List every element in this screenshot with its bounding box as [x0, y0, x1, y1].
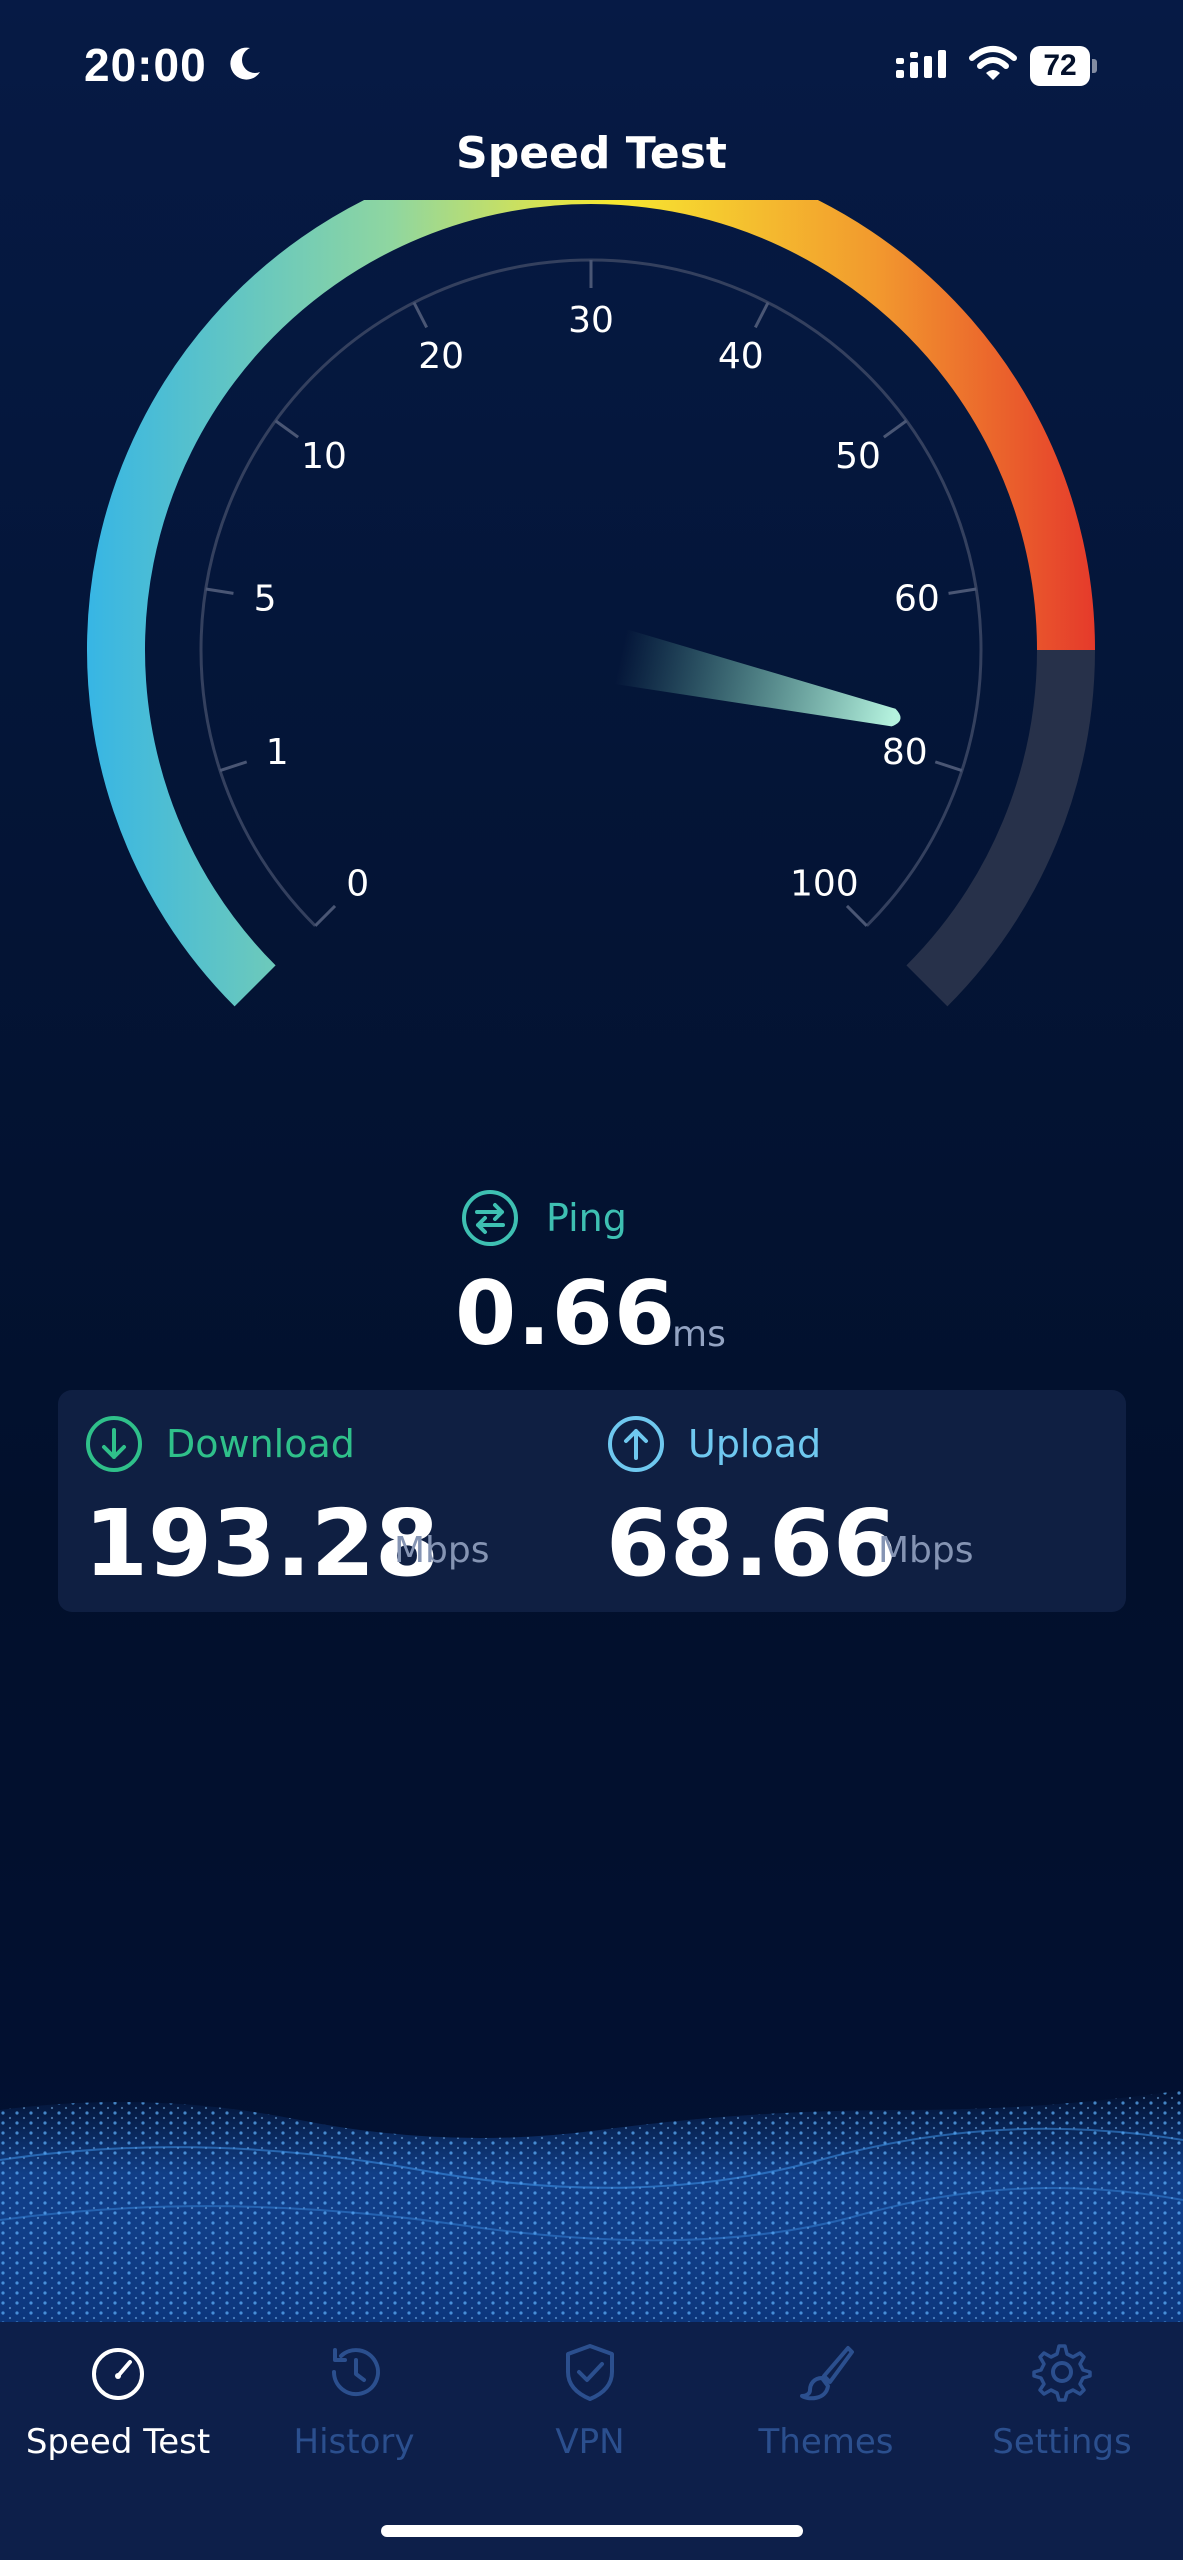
battery-icon: 72: [1030, 46, 1097, 86]
tab-label: VPN: [555, 2422, 625, 2462]
download-metric: Download 193.28 Mbps: [84, 1390, 584, 1612]
gauge-scale-label: 10: [301, 436, 347, 477]
gauge-track-unfilled: [906, 649, 1095, 1007]
moon-icon: [230, 47, 260, 80]
gauge-scale-label: 100: [790, 863, 859, 904]
gauge-scale-label: 0: [346, 863, 369, 904]
download-label: Download: [166, 1422, 355, 1466]
gauge-tick: [845, 904, 868, 927]
particle-wave-background: [0, 2090, 1183, 2330]
upload-unit: Mbps: [878, 1530, 974, 1571]
gauge-scale-label: 40: [718, 336, 764, 377]
history-icon: [331, 2348, 380, 2397]
gauge-tick: [412, 301, 428, 329]
tab-speed-test[interactable]: Speed Test: [0, 2322, 236, 2512]
status-time: 20:00: [84, 39, 207, 91]
gauge-scale-label: 60: [894, 578, 940, 619]
gauge-tick: [314, 904, 337, 927]
tab-label: Settings: [992, 2422, 1132, 2462]
gauge-tick: [274, 419, 300, 439]
results-card: Download 193.28 Mbps Upload 68.66 Mbps: [58, 1390, 1126, 1612]
download-arrow-icon: [86, 1416, 142, 1472]
upload-arrow-icon: [608, 1416, 664, 1472]
shield-check-icon: [566, 2344, 614, 2401]
gauge-inner-ring: [199, 258, 983, 927]
swap-arrows-icon: [462, 1190, 518, 1246]
tab-history[interactable]: History: [236, 2322, 472, 2512]
gauge-scale-label: 30: [568, 300, 614, 341]
ping-label: Ping: [546, 1196, 627, 1240]
gauge-needle: [614, 629, 901, 727]
home-indicator[interactable]: [381, 2525, 803, 2537]
battery-level: 72: [1030, 46, 1090, 86]
gauge-tick: [219, 760, 248, 772]
gauge-tick: [205, 587, 234, 595]
brush-icon: [800, 2346, 854, 2401]
download-value: 193.28: [84, 1490, 440, 1597]
gauge-tick: [754, 301, 770, 329]
download-unit: Mbps: [394, 1530, 490, 1571]
gauge-scale-label: 1: [266, 732, 289, 773]
tab-themes[interactable]: Themes: [708, 2322, 944, 2512]
gauge-ticks: [205, 260, 977, 927]
upload-metric: Upload 68.66 Mbps: [606, 1390, 1106, 1612]
tab-label: History: [293, 2422, 415, 2462]
ping-value: 0.66: [455, 1262, 677, 1365]
page-title: Speed Test: [456, 128, 727, 179]
tab-vpn[interactable]: VPN: [472, 2322, 708, 2512]
ping-unit: ms: [672, 1314, 726, 1355]
speed-test-screen: 20:00 72 Speed Test 0 1 5 10 20 30 40 50…: [0, 0, 1183, 2560]
cellular-signal-icon: [896, 50, 946, 78]
gauge-tick: [948, 587, 977, 595]
gear-icon: [1032, 2344, 1092, 2402]
battery-tip: [1092, 59, 1097, 73]
upload-value: 68.66: [606, 1490, 898, 1597]
tab-settings[interactable]: Settings: [944, 2322, 1180, 2512]
speedometer-icon: [92, 2348, 144, 2400]
gauge-scale-labels: 0 1 5 10 20 30 40 50 60 80 100: [254, 300, 940, 904]
gauge-scale-label: 80: [882, 732, 928, 773]
gauge-scale-label: 5: [254, 578, 277, 619]
tab-label: Themes: [758, 2422, 894, 2462]
gauge-scale-label: 20: [418, 336, 464, 377]
tab-label: Speed Test: [25, 2422, 211, 2462]
upload-label: Upload: [688, 1422, 822, 1466]
status-bar: 20:00 72: [0, 0, 1183, 140]
gauge-tick: [934, 760, 963, 772]
gauge-scale-label: 50: [835, 436, 881, 477]
speed-gauge: 0 1 5 10 20 30 40 50 60 80 100: [87, 200, 1095, 1007]
wifi-icon: [969, 46, 1017, 80]
gauge-tick: [882, 419, 908, 439]
